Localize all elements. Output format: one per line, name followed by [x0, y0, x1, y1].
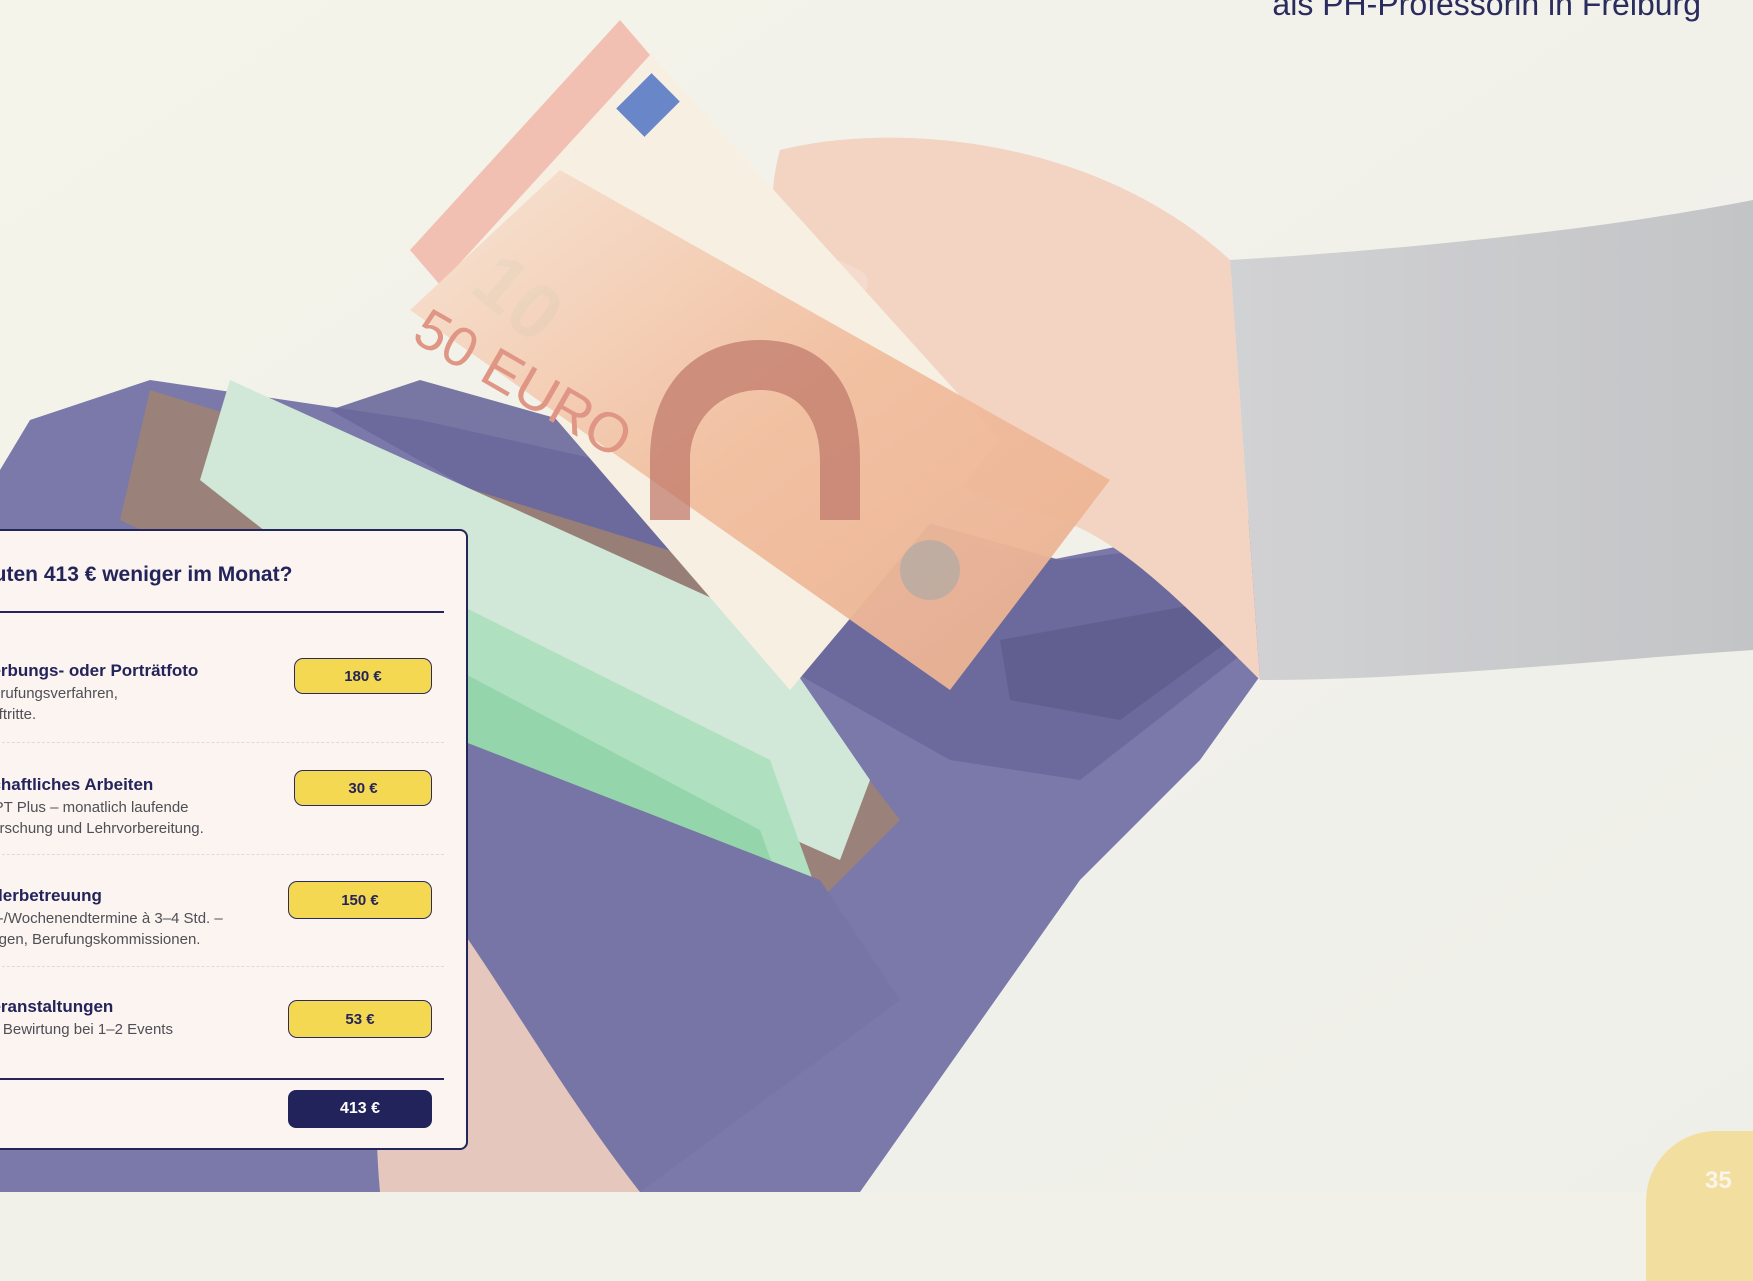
- cost-item-events: veranstaltungen nd Bewirtung bei 1–2 Eve…: [0, 997, 466, 1097]
- item-description: Berufungsverfahren,auftritte.: [0, 685, 118, 723]
- title-divider: [0, 611, 444, 613]
- item-divider: [0, 742, 444, 743]
- cost-item-childcare: nderbetreuung nd-/Wochenendtermine à 3–4…: [0, 881, 466, 986]
- cost-item-photo: verbungs- oder Porträtfoto Berufungsverf…: [0, 658, 466, 761]
- cost-card: euten 413 € weniger im Monat? verbungs- …: [0, 529, 468, 1150]
- item-title: nderbetreuung: [0, 886, 102, 905]
- total-badge: 413 €: [288, 1090, 432, 1128]
- item-description: nd-/Wochenendtermine à 3–4 Std. – ungen, …: [0, 910, 223, 948]
- item-title: veranstaltungen: [0, 997, 114, 1016]
- item-description: nd Bewirtung bei 1–2 Events: [0, 1021, 173, 1038]
- price-badge: 30 €: [294, 770, 432, 806]
- price-badge: 53 €: [288, 1000, 432, 1038]
- header-text: als PH-Professorin in Freiburg: [1272, 0, 1701, 22]
- item-title: schaftliches Arbeiten: [0, 775, 154, 794]
- page-number: 35: [1705, 1167, 1732, 1194]
- cost-item-chatgpt: schaftliches Arbeiten GPT Plus – monatli…: [0, 770, 466, 875]
- item-divider: [0, 966, 444, 967]
- item-description: GPT Plus – monatlich laufende Forschung u…: [0, 799, 204, 837]
- item-divider: [0, 854, 444, 855]
- price-badge: 150 €: [288, 881, 432, 919]
- item-title: verbungs- oder Porträtfoto: [0, 661, 199, 680]
- total-divider: [0, 1078, 444, 1080]
- card-title: euten 413 € weniger im Monat?: [0, 563, 293, 586]
- price-badge: 180 €: [294, 658, 432, 694]
